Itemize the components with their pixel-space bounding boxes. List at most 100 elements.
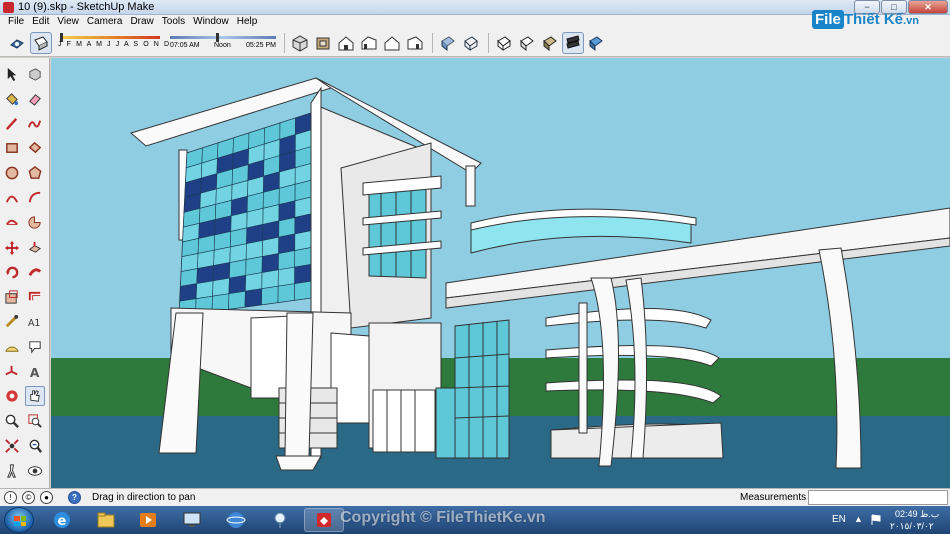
time-end-label: 05:25 PM <box>246 42 276 49</box>
rectangle-icon[interactable] <box>2 138 22 158</box>
time-slider-track[interactable] <box>170 36 276 39</box>
action-center-flag-icon[interactable] <box>870 514 882 526</box>
scale-icon[interactable] <box>2 287 22 307</box>
time-slider-thumb[interactable] <box>216 33 219 42</box>
offset-icon[interactable] <box>25 287 45 307</box>
circle-icon[interactable] <box>2 163 22 183</box>
zoom-window-icon[interactable] <box>25 411 45 431</box>
zoom-icon[interactable] <box>2 411 22 431</box>
follow-me-icon[interactable] <box>25 262 45 282</box>
orbit-icon[interactable] <box>6 32 28 54</box>
eraser-icon[interactable] <box>25 89 45 109</box>
arc-icon[interactable] <box>2 188 22 208</box>
clock-date[interactable]: ٢٠١٥/٠٣/٠٢ <box>890 521 934 532</box>
title-bar: 10 (9).skp - SketchUp Make − □ ✕ <box>0 0 950 15</box>
look-around-icon[interactable] <box>25 461 45 481</box>
logo-domain-text: .vn <box>903 15 919 27</box>
measurements-label: Measurements <box>740 492 807 503</box>
top-view-icon[interactable] <box>312 32 334 54</box>
move-icon[interactable] <box>2 238 22 258</box>
back-view-icon[interactable] <box>381 32 403 54</box>
ie-taskbar-icon[interactable]: e <box>42 508 82 532</box>
walk-icon[interactable] <box>2 461 22 481</box>
xray-icon[interactable] <box>437 32 459 54</box>
arc-2pt-icon[interactable] <box>25 188 45 208</box>
status-hint: Drag in direction to pan <box>92 492 196 503</box>
protractor-icon[interactable] <box>2 337 22 357</box>
rotated-rect-icon[interactable] <box>25 138 45 158</box>
geo-location-icon[interactable]: ! <box>4 491 17 504</box>
menu-help[interactable]: Help <box>233 15 262 29</box>
sketchup-taskbar-icon[interactable] <box>304 508 344 532</box>
logo-box-text: File <box>812 10 844 29</box>
credits-icon[interactable]: © <box>22 491 35 504</box>
user-icon[interactable]: ● <box>40 491 53 504</box>
help-icon[interactable]: ? <box>68 491 81 504</box>
menu-tools[interactable]: Tools <box>158 15 189 29</box>
time-start-label: 07:05 AM <box>170 42 200 49</box>
glass-panel <box>294 230 312 251</box>
tape-measure-icon[interactable] <box>2 312 22 332</box>
glass-panel <box>229 259 247 279</box>
explorer-taskbar-icon[interactable] <box>86 508 126 532</box>
menu-camera[interactable]: Camera <box>83 15 127 29</box>
month-slider-track[interactable] <box>60 36 160 39</box>
right-view-icon[interactable] <box>358 32 380 54</box>
show-hidden-icons-button[interactable]: ▲ <box>854 514 863 524</box>
computer-taskbar-icon[interactable] <box>172 508 212 532</box>
pie-icon[interactable] <box>25 213 45 233</box>
language-indicator[interactable]: EN <box>832 514 846 525</box>
glass-panel <box>261 269 279 290</box>
glass-panel <box>278 250 296 271</box>
zoom-extents-icon[interactable] <box>2 436 22 456</box>
select-face-icon[interactable] <box>30 32 52 54</box>
glass-panel <box>245 256 263 276</box>
menu-file[interactable]: File <box>4 15 28 29</box>
pencil-line-icon[interactable] <box>2 114 22 134</box>
shaded-textures-icon[interactable] <box>539 32 561 54</box>
browser-taskbar-icon[interactable] <box>216 508 256 532</box>
monochrome-icon[interactable] <box>562 32 584 54</box>
push-pull-icon[interactable] <box>25 238 45 258</box>
component-icon[interactable] <box>25 64 45 84</box>
shaded-icon[interactable] <box>516 32 538 54</box>
freehand-icon[interactable] <box>25 114 45 134</box>
paint-bucket-icon[interactable] <box>2 89 22 109</box>
measurements-input[interactable] <box>808 490 948 505</box>
previous-view-icon[interactable] <box>25 436 45 456</box>
menu-draw[interactable]: Draw <box>126 15 157 29</box>
glass-panel <box>261 285 279 306</box>
time-noon-label: Noon <box>214 42 231 49</box>
iso-view-icon[interactable] <box>289 32 311 54</box>
front-view-icon[interactable] <box>335 32 357 54</box>
xray-blue-icon[interactable] <box>585 32 607 54</box>
menu-edit[interactable]: Edit <box>28 15 53 29</box>
wireframe-icon[interactable] <box>460 32 482 54</box>
hidden-line-icon[interactable] <box>493 32 515 54</box>
menu-window[interactable]: Window <box>189 15 233 29</box>
month-labels: J F M A M J J A S O N D <box>58 41 171 48</box>
3d-text-icon[interactable]: A <box>25 362 45 382</box>
menu-view[interactable]: View <box>53 15 83 29</box>
arc-3pt-icon[interactable] <box>2 213 22 233</box>
dimension-icon[interactable]: A1 <box>25 312 45 332</box>
start-button[interactable] <box>4 507 34 533</box>
glass-panel <box>244 288 263 308</box>
sketchup-app-icon <box>3 2 14 13</box>
orbit-tool-icon[interactable] <box>2 386 22 406</box>
text-icon[interactable] <box>25 337 45 357</box>
axes-icon[interactable] <box>2 362 22 382</box>
select-icon[interactable] <box>2 64 22 84</box>
glass-panel <box>245 272 263 292</box>
glass-panel <box>261 253 279 273</box>
pan-tool-icon[interactable] <box>25 386 45 407</box>
left-view-icon[interactable] <box>404 32 426 54</box>
rotate-icon[interactable] <box>2 262 22 282</box>
polygon-icon[interactable] <box>25 163 45 183</box>
model-viewport[interactable] <box>51 58 950 488</box>
glass-panel <box>212 262 231 282</box>
paint-taskbar-icon[interactable] <box>260 508 300 532</box>
clock-time[interactable]: 02:49 ب.ظ <box>895 509 939 520</box>
media-player-taskbar-icon[interactable] <box>128 508 168 532</box>
glass-panel <box>228 290 246 310</box>
